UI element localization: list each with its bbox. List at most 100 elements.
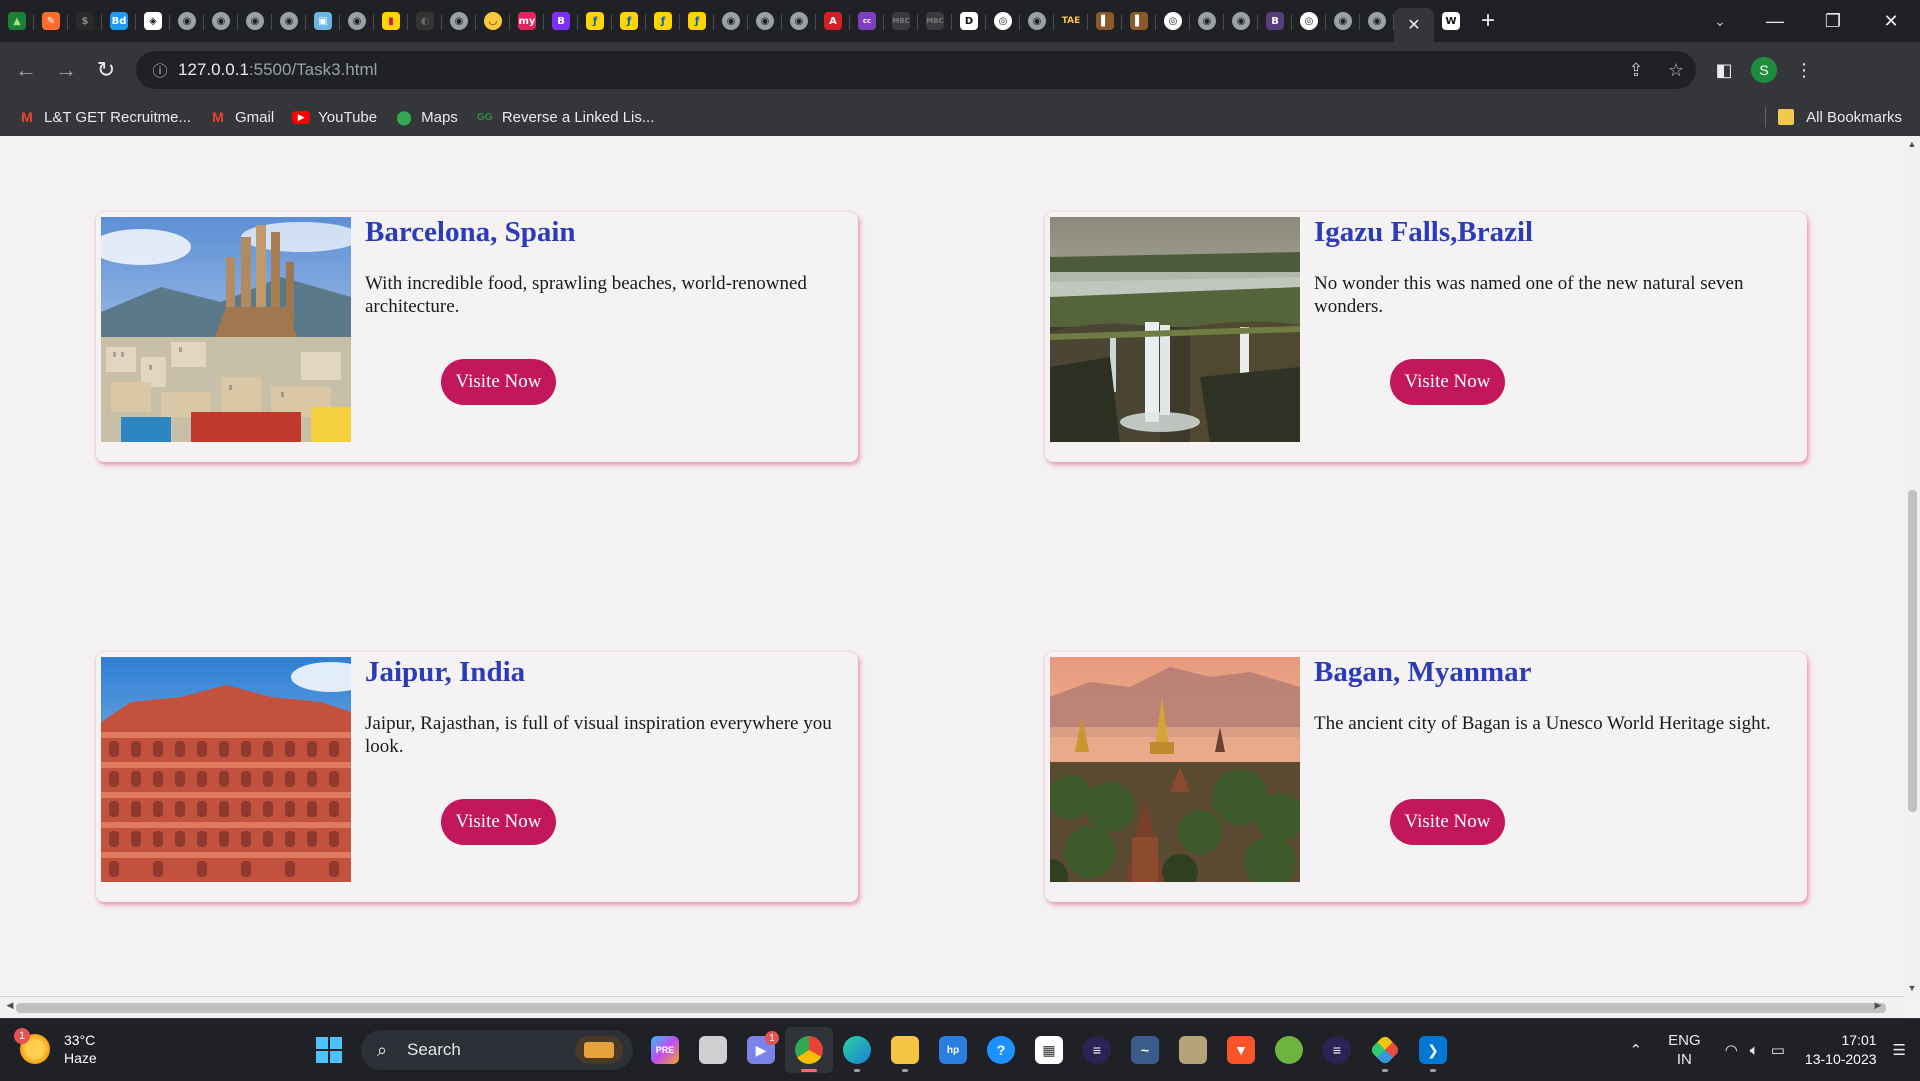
tab-favicon[interactable]: my: [510, 4, 544, 38]
taskbar-app[interactable]: [881, 1027, 929, 1073]
tab-favicon[interactable]: ▌: [1122, 4, 1156, 38]
taskbar-app[interactable]: [689, 1027, 737, 1073]
star-icon[interactable]: ☆: [1656, 60, 1696, 81]
address-bar[interactable]: ⓘ 127.0.0.1:5500/Task3.html ⇪ ☆: [136, 51, 1696, 89]
taskbar-app[interactable]: [785, 1027, 833, 1073]
tab-favicon[interactable]: ◉: [272, 4, 306, 38]
visit-now-button[interactable]: Visite Now: [1390, 359, 1505, 405]
tab-favicon[interactable]: MBC: [918, 4, 952, 38]
taskbar-app[interactable]: ≡: [1073, 1027, 1121, 1073]
scroll-right-arrow-icon[interactable]: ▶: [1870, 1000, 1886, 1011]
tab-favicon[interactable]: ▲: [0, 4, 34, 38]
tab-favicon[interactable]: $: [68, 4, 102, 38]
close-tab-icon[interactable]: ✕: [1407, 15, 1420, 35]
new-tab-button[interactable]: +: [1468, 7, 1508, 35]
share-icon[interactable]: ⇪: [1616, 60, 1656, 81]
taskbar-app[interactable]: hp: [929, 1027, 977, 1073]
tab-favicon[interactable]: ◈: [136, 4, 170, 38]
vertical-scroll-thumb[interactable]: [1908, 490, 1917, 812]
tab-favicon[interactable]: ◎: [1292, 4, 1326, 38]
tab-favicon[interactable]: A: [816, 4, 850, 38]
taskbar-app[interactable]: ≡: [1313, 1027, 1361, 1073]
scroll-down-arrow-icon[interactable]: ▼: [1904, 983, 1920, 993]
tab-favicon[interactable]: ◡: [476, 4, 510, 38]
tab-favicon[interactable]: ◉: [1020, 4, 1054, 38]
tab-favicon[interactable]: ◉: [238, 4, 272, 38]
taskbar-app[interactable]: PRE: [641, 1027, 689, 1073]
close-window-icon[interactable]: ✕: [1862, 11, 1920, 32]
profile-avatar[interactable]: S: [1751, 57, 1777, 83]
tab-favicon[interactable]: ◉: [170, 4, 204, 38]
tab-favicon[interactable]: ◐: [408, 4, 442, 38]
tab-favicon[interactable]: ◉: [204, 4, 238, 38]
taskbar-app[interactable]: [1265, 1027, 1313, 1073]
bookmark-item[interactable]: ▶ YouTube: [292, 109, 377, 126]
volume-icon[interactable]: 🔈︎: [1750, 1041, 1759, 1060]
tab-favicon[interactable]: ƒ: [646, 4, 680, 38]
tab-favicon[interactable]: cc: [850, 4, 884, 38]
restore-icon[interactable]: ❐: [1804, 11, 1862, 32]
minimize-icon[interactable]: —: [1746, 11, 1804, 32]
tab-favicon[interactable]: ▮: [374, 4, 408, 38]
visit-now-button[interactable]: Visite Now: [1390, 799, 1505, 845]
forward-arrow-icon[interactable]: →: [46, 57, 86, 83]
tab-favicon[interactable]: ◉: [748, 4, 782, 38]
wifi-icon[interactable]: ◠: [1725, 1041, 1738, 1060]
weather-widget[interactable]: 1 33°C Haze: [14, 1028, 97, 1067]
taskbar-app[interactable]: ▼: [1217, 1027, 1265, 1073]
visit-now-button[interactable]: Visite Now: [441, 799, 556, 845]
tab-favicon[interactable]: ƒ: [612, 4, 646, 38]
reload-icon[interactable]: ↻: [86, 57, 126, 83]
clock[interactable]: 17:01 13-10-2023: [1805, 1031, 1877, 1069]
side-panel-icon[interactable]: ◧: [1704, 60, 1744, 81]
horizontal-scroll-thumb[interactable]: [16, 1003, 1886, 1013]
taskbar-app[interactable]: ?: [977, 1027, 1025, 1073]
tab-favicon[interactable]: D: [952, 4, 986, 38]
tab-favicon[interactable]: ◉: [1360, 4, 1394, 38]
chevron-up-icon[interactable]: ⌃: [1630, 1041, 1643, 1060]
all-bookmarks[interactable]: All Bookmarks: [1765, 107, 1902, 127]
info-icon[interactable]: ⓘ: [142, 60, 178, 81]
back-arrow-icon[interactable]: ←: [6, 57, 46, 83]
tab-favicon[interactable]: ✎: [34, 4, 68, 38]
tab-favicon[interactable]: ◎: [1156, 4, 1190, 38]
bookmark-item[interactable]: ⬤ Maps: [395, 108, 458, 126]
tab-favicon[interactable]: ◉: [1190, 4, 1224, 38]
taskbar-app[interactable]: [833, 1027, 881, 1073]
tab-favicon[interactable]: W: [1434, 4, 1468, 38]
menu-kebab-icon[interactable]: ⋮: [1784, 60, 1824, 81]
taskbar-app[interactable]: ❯: [1409, 1027, 1457, 1073]
tab-favicon[interactable]: ◎: [986, 4, 1020, 38]
taskbar-app[interactable]: [1361, 1027, 1409, 1073]
tab-favicon[interactable]: ◉: [340, 4, 374, 38]
bookmark-item[interactable]: M Gmail: [209, 108, 274, 126]
tab-favicon[interactable]: TAE: [1054, 4, 1088, 38]
tab-favicon[interactable]: ƒ: [578, 4, 612, 38]
tab-favicon[interactable]: ◉: [782, 4, 816, 38]
tab-favicon[interactable]: B: [544, 4, 578, 38]
tab-favicon[interactable]: B: [1258, 4, 1292, 38]
tab-favicon[interactable]: ◉: [714, 4, 748, 38]
taskbar-app[interactable]: [1169, 1027, 1217, 1073]
chevron-down-icon[interactable]: ⌄: [1694, 13, 1746, 30]
tab-favicon[interactable]: ◉: [442, 4, 476, 38]
battery-icon[interactable]: ▭: [1771, 1041, 1785, 1060]
tab-favicon[interactable]: ▌: [1088, 4, 1122, 38]
tab-favicon[interactable]: ▣: [306, 4, 340, 38]
tab-favicon[interactable]: ƒ: [680, 4, 714, 38]
active-tab[interactable]: ✕: [1394, 8, 1434, 42]
tab-favicon[interactable]: ◉: [1224, 4, 1258, 38]
tab-favicon[interactable]: ◉: [1326, 4, 1360, 38]
taskbar-app[interactable]: ~: [1121, 1027, 1169, 1073]
vertical-scrollbar[interactable]: ▲ ▼: [1904, 136, 1920, 996]
bookmark-item[interactable]: GG Reverse a Linked Lis...: [476, 108, 654, 126]
start-button[interactable]: [305, 1027, 353, 1073]
notifications-icon[interactable]: ☰: [1893, 1041, 1906, 1060]
tab-favicon[interactable]: Bd: [102, 4, 136, 38]
horizontal-scrollbar[interactable]: ◀ ▶: [0, 996, 1904, 1019]
taskbar-app[interactable]: ▶ 1: [737, 1027, 785, 1073]
tab-favicon[interactable]: MBC: [884, 4, 918, 38]
taskbar-search[interactable]: ⌕ Search: [361, 1030, 633, 1070]
language-indicator[interactable]: ENG IN: [1668, 1031, 1701, 1069]
visit-now-button[interactable]: Visite Now: [441, 359, 556, 405]
